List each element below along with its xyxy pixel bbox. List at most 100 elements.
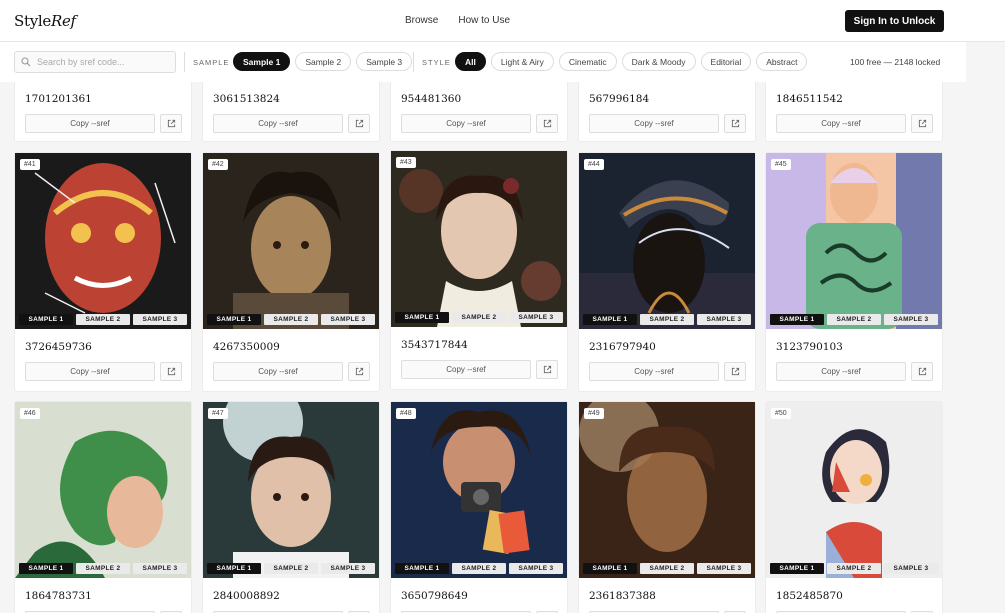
sample-button[interactable]: SAMPLE 2 (640, 563, 694, 574)
sample-filter-pill[interactable]: Sample 3 (356, 52, 413, 71)
sref-card[interactable]: #43 SAMPLE 1 SAMPLE 2 SAMPLE 3 3543717844 Cop… (390, 150, 568, 390)
sref-card[interactable]: #42 SAMPLE 1 SAMPLE 2 SAMPLE 3 4267350009 Cop… (202, 152, 380, 392)
sample-button[interactable]: SAMPLE 1 (395, 563, 449, 574)
sample-button[interactable]: SAMPLE 2 (640, 314, 694, 325)
sref-preview-image[interactable]: #41 SAMPLE 1 SAMPLE 2 SAMPLE 3 (15, 153, 191, 329)
sample-button[interactable]: SAMPLE 2 (264, 563, 318, 574)
open-external-button[interactable] (724, 114, 746, 133)
sref-preview-image[interactable]: #43 SAMPLE 1 SAMPLE 2 SAMPLE 3 (391, 151, 567, 327)
sref-preview-image[interactable]: #48 SAMPLE 1 SAMPLE 2 SAMPLE 3 (391, 402, 567, 578)
sref-preview-image[interactable]: #42 SAMPLE 1 SAMPLE 2 SAMPLE 3 (203, 153, 379, 329)
sref-card[interactable]: #44 SAMPLE 1 SAMPLE 2 SAMPLE 3 2316797940 Cop… (578, 152, 756, 392)
sref-code: 1864783731 (25, 590, 92, 602)
search-input[interactable] (37, 57, 167, 67)
sample-button[interactable]: SAMPLE 3 (697, 314, 751, 325)
open-external-button[interactable] (724, 362, 746, 381)
sample-button[interactable]: SAMPLE 1 (395, 312, 449, 323)
sample-button[interactable]: SAMPLE 3 (133, 314, 187, 325)
sref-card: 954481360 Copy --sref (390, 82, 568, 142)
nav-browse[interactable]: Browse (405, 15, 438, 26)
sample-button[interactable]: SAMPLE 2 (76, 314, 130, 325)
sref-card[interactable]: #48SAMPLE 1SAMPLE 2SAMPLE 33650798649Cop… (390, 401, 568, 613)
style-filter-pill[interactable]: Dark & Moody (621, 52, 696, 71)
sample-button[interactable]: SAMPLE 1 (770, 314, 824, 325)
artwork-image (766, 153, 942, 329)
open-external-button[interactable] (536, 360, 558, 379)
sample-button[interactable]: SAMPLE 2 (76, 563, 130, 574)
open-external-button[interactable] (348, 114, 370, 133)
copy-sref-button[interactable]: Copy --sref (401, 360, 531, 379)
sample-filter-pill[interactable]: Sample 1 (233, 52, 291, 71)
sample-button[interactable]: SAMPLE 1 (19, 314, 73, 325)
open-external-button[interactable] (536, 114, 558, 133)
open-external-button[interactable] (911, 114, 933, 133)
external-link-icon (543, 365, 551, 374)
style-filter-pill[interactable]: Editorial (700, 52, 752, 71)
sample-button[interactable]: SAMPLE 1 (19, 563, 73, 574)
sample-button[interactable]: SAMPLE 3 (697, 563, 751, 574)
sample-button[interactable]: SAMPLE 3 (509, 312, 563, 323)
sref-preview-image[interactable]: #46 SAMPLE 1 SAMPLE 2 SAMPLE 3 (15, 402, 191, 578)
copy-sref-button[interactable]: Copy --sref (25, 114, 155, 133)
card-number-badge: #47 (208, 408, 228, 419)
sample-button[interactable]: SAMPLE 3 (321, 314, 375, 325)
sref-preview-image[interactable]: #44 SAMPLE 1 SAMPLE 2 SAMPLE 3 (579, 153, 755, 329)
sref-preview-image[interactable]: #45 SAMPLE 1 SAMPLE 2 SAMPLE 3 (766, 153, 942, 329)
sample-button[interactable]: SAMPLE 3 (884, 314, 938, 325)
open-external-button[interactable] (911, 362, 933, 381)
sample-button[interactable]: SAMPLE 1 (583, 563, 637, 574)
sample-button[interactable]: SAMPLE 2 (452, 563, 506, 574)
sref-card[interactable]: #50SAMPLE 1SAMPLE 2SAMPLE 31852485870Cop… (765, 401, 943, 613)
copy-sref-button[interactable]: Copy --sref (401, 114, 531, 133)
sref-card: 1846511542 Copy --sref (765, 82, 943, 142)
open-external-button[interactable] (348, 362, 370, 381)
sref-preview-image[interactable]: #49 SAMPLE 1 SAMPLE 2 SAMPLE 3 (579, 402, 755, 578)
logo[interactable]: StyleRef (14, 12, 76, 30)
copy-sref-button[interactable]: Copy --sref (776, 362, 906, 381)
card-number-badge: #49 (584, 408, 604, 419)
copy-sref-button[interactable]: Copy --sref (589, 114, 719, 133)
style-filter-pill[interactable]: Cinematic (558, 52, 617, 71)
copy-sref-button[interactable]: Copy --sref (25, 362, 155, 381)
sample-button[interactable]: SAMPLE 2 (827, 314, 881, 325)
sref-card[interactable]: #41 SAMPLE 1 SAMPLE 2 SAMPLE 3 3726459736 Cop… (14, 152, 192, 392)
external-link-icon (918, 119, 926, 128)
sample-button[interactable]: SAMPLE 3 (321, 563, 375, 574)
sref-preview-image[interactable]: #50 SAMPLE 1 SAMPLE 2 SAMPLE 3 (766, 402, 942, 578)
sref-card[interactable]: #47SAMPLE 1SAMPLE 2SAMPLE 32840008892Cop… (202, 401, 380, 613)
sample-button[interactable]: SAMPLE 1 (770, 563, 824, 574)
copy-sref-button[interactable]: Copy --sref (213, 114, 343, 133)
style-filter-pill[interactable]: Abstract (756, 52, 808, 71)
open-external-button[interactable] (160, 114, 182, 133)
copy-sref-button[interactable]: Copy --sref (213, 362, 343, 381)
open-external-button[interactable] (160, 362, 182, 381)
sref-code: 3123790103 (776, 341, 843, 353)
sref-code: 3726459736 (25, 341, 92, 353)
sample-button[interactable]: SAMPLE 3 (133, 563, 187, 574)
sample-button[interactable]: SAMPLE 3 (509, 563, 563, 574)
copy-sref-button[interactable]: Copy --sref (776, 114, 906, 133)
sample-button[interactable]: SAMPLE 2 (827, 563, 881, 574)
style-filter-pill[interactable]: All (455, 52, 486, 71)
sample-button[interactable]: SAMPLE 1 (583, 314, 637, 325)
external-link-icon (355, 367, 363, 376)
sample-button[interactable]: SAMPLE 2 (452, 312, 506, 323)
sample-button[interactable]: SAMPLE 3 (884, 563, 938, 574)
search-box[interactable] (14, 51, 176, 73)
card-number-badge: #46 (20, 408, 40, 419)
sref-card[interactable]: #49SAMPLE 1SAMPLE 2SAMPLE 32361837388Cop… (578, 401, 756, 613)
external-link-icon (167, 367, 175, 376)
copy-sref-button[interactable]: Copy --sref (589, 362, 719, 381)
sref-card[interactable]: #45 SAMPLE 1 SAMPLE 2 SAMPLE 3 3123790103 Cop… (765, 152, 943, 392)
sample-button[interactable]: SAMPLE 2 (264, 314, 318, 325)
card-number-badge: #43 (396, 157, 416, 168)
nav-how-to-use[interactable]: How to Use (458, 15, 510, 26)
sref-preview-image[interactable]: #47 SAMPLE 1 SAMPLE 2 SAMPLE 3 (203, 402, 379, 578)
sref-card[interactable]: #46SAMPLE 1SAMPLE 2SAMPLE 31864783731Cop… (14, 401, 192, 613)
sample-button[interactable]: SAMPLE 1 (207, 563, 261, 574)
sample-filter-pill[interactable]: Sample 2 (295, 52, 352, 71)
sign-in-button[interactable]: Sign In to Unlock (845, 10, 944, 32)
sref-code: 2361837388 (589, 590, 656, 602)
style-filter-pill[interactable]: Light & Airy (490, 52, 554, 71)
sample-button[interactable]: SAMPLE 1 (207, 314, 261, 325)
